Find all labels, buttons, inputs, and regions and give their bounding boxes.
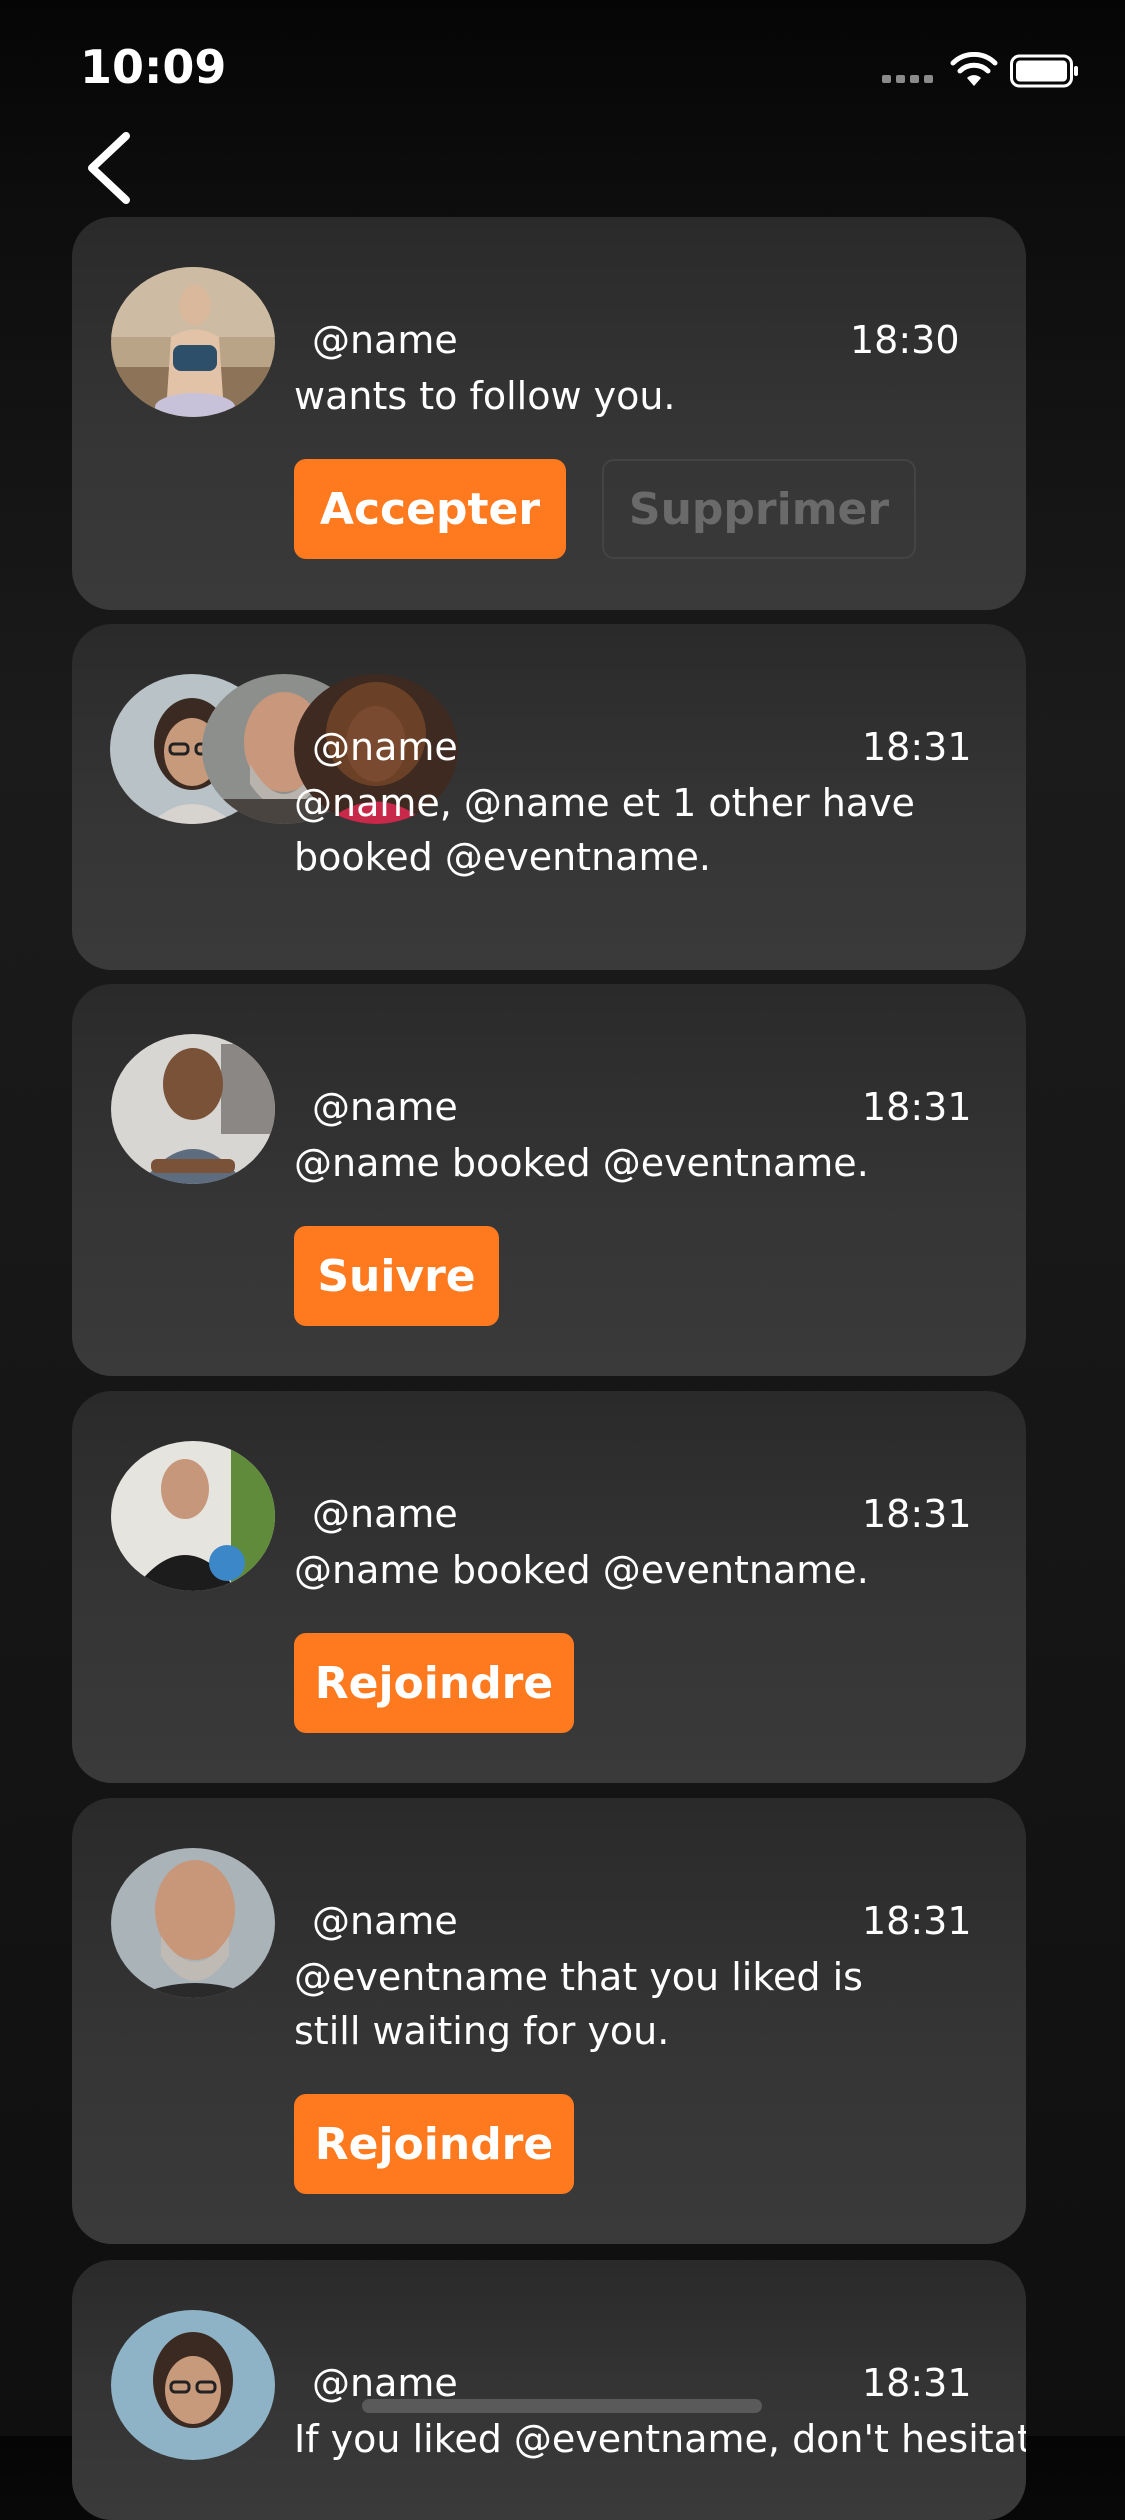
timestamp: 18:31 <box>862 1899 972 1943</box>
status-bar: 10:09 <box>0 0 1125 130</box>
username: @name <box>312 725 458 769</box>
notification-message: @eventname that you liked is still waiti… <box>294 1955 863 2053</box>
home-indicator[interactable] <box>362 2399 762 2413</box>
avatar <box>111 1441 275 1591</box>
avatar <box>111 2310 275 2460</box>
delete-button[interactable]: Supprimer <box>602 459 916 559</box>
avatar <box>111 1848 275 1998</box>
username: @name <box>312 1492 458 1536</box>
notification-card: @name 18:31 If you liked @eventname, don… <box>72 2260 1026 2520</box>
notification-card: @name 18:31 @eventname that you liked is… <box>72 1798 1026 2244</box>
username: @name <box>312 1085 458 1129</box>
notification-card: @name 18:31 @name, @name et 1 other have… <box>72 624 1026 970</box>
notification-card: @name 18:31 @name booked @eventname. Rej… <box>72 1391 1026 1783</box>
notification-message: @name booked @eventname. <box>294 1548 869 1592</box>
chevron-left-icon <box>88 132 130 204</box>
timestamp: 18:30 <box>850 318 960 362</box>
timestamp: 18:31 <box>862 1492 972 1536</box>
follow-button[interactable]: Suivre <box>294 1226 499 1326</box>
notification-message: wants to follow you. <box>294 374 676 418</box>
avatar <box>111 1034 275 1184</box>
cellular-signal-icon <box>882 75 934 83</box>
status-time: 10:09 <box>80 40 227 94</box>
timestamp: 18:31 <box>862 1085 972 1129</box>
avatar <box>111 267 275 417</box>
username: @name <box>312 318 458 362</box>
notification-card: @name 18:31 @name booked @eventname. Sui… <box>72 984 1026 1376</box>
accept-button[interactable]: Accepter <box>294 459 566 559</box>
wifi-icon <box>950 52 998 86</box>
notification-card: @name 18:30 wants to follow you. Accepte… <box>72 217 1026 610</box>
join-button[interactable]: Rejoindre <box>294 2094 574 2194</box>
timestamp: 18:31 <box>862 725 972 769</box>
back-button[interactable] <box>80 128 140 208</box>
notification-message: If you liked @eventname, don't hesitate … <box>294 2417 1026 2461</box>
notification-message: @name booked @eventname. <box>294 1141 869 1185</box>
notification-message: @name, @name et 1 other have booked @eve… <box>294 781 915 879</box>
username: @name <box>312 1899 458 1943</box>
timestamp: 18:31 <box>862 2361 972 2405</box>
battery-icon <box>1010 54 1078 88</box>
join-button[interactable]: Rejoindre <box>294 1633 574 1733</box>
